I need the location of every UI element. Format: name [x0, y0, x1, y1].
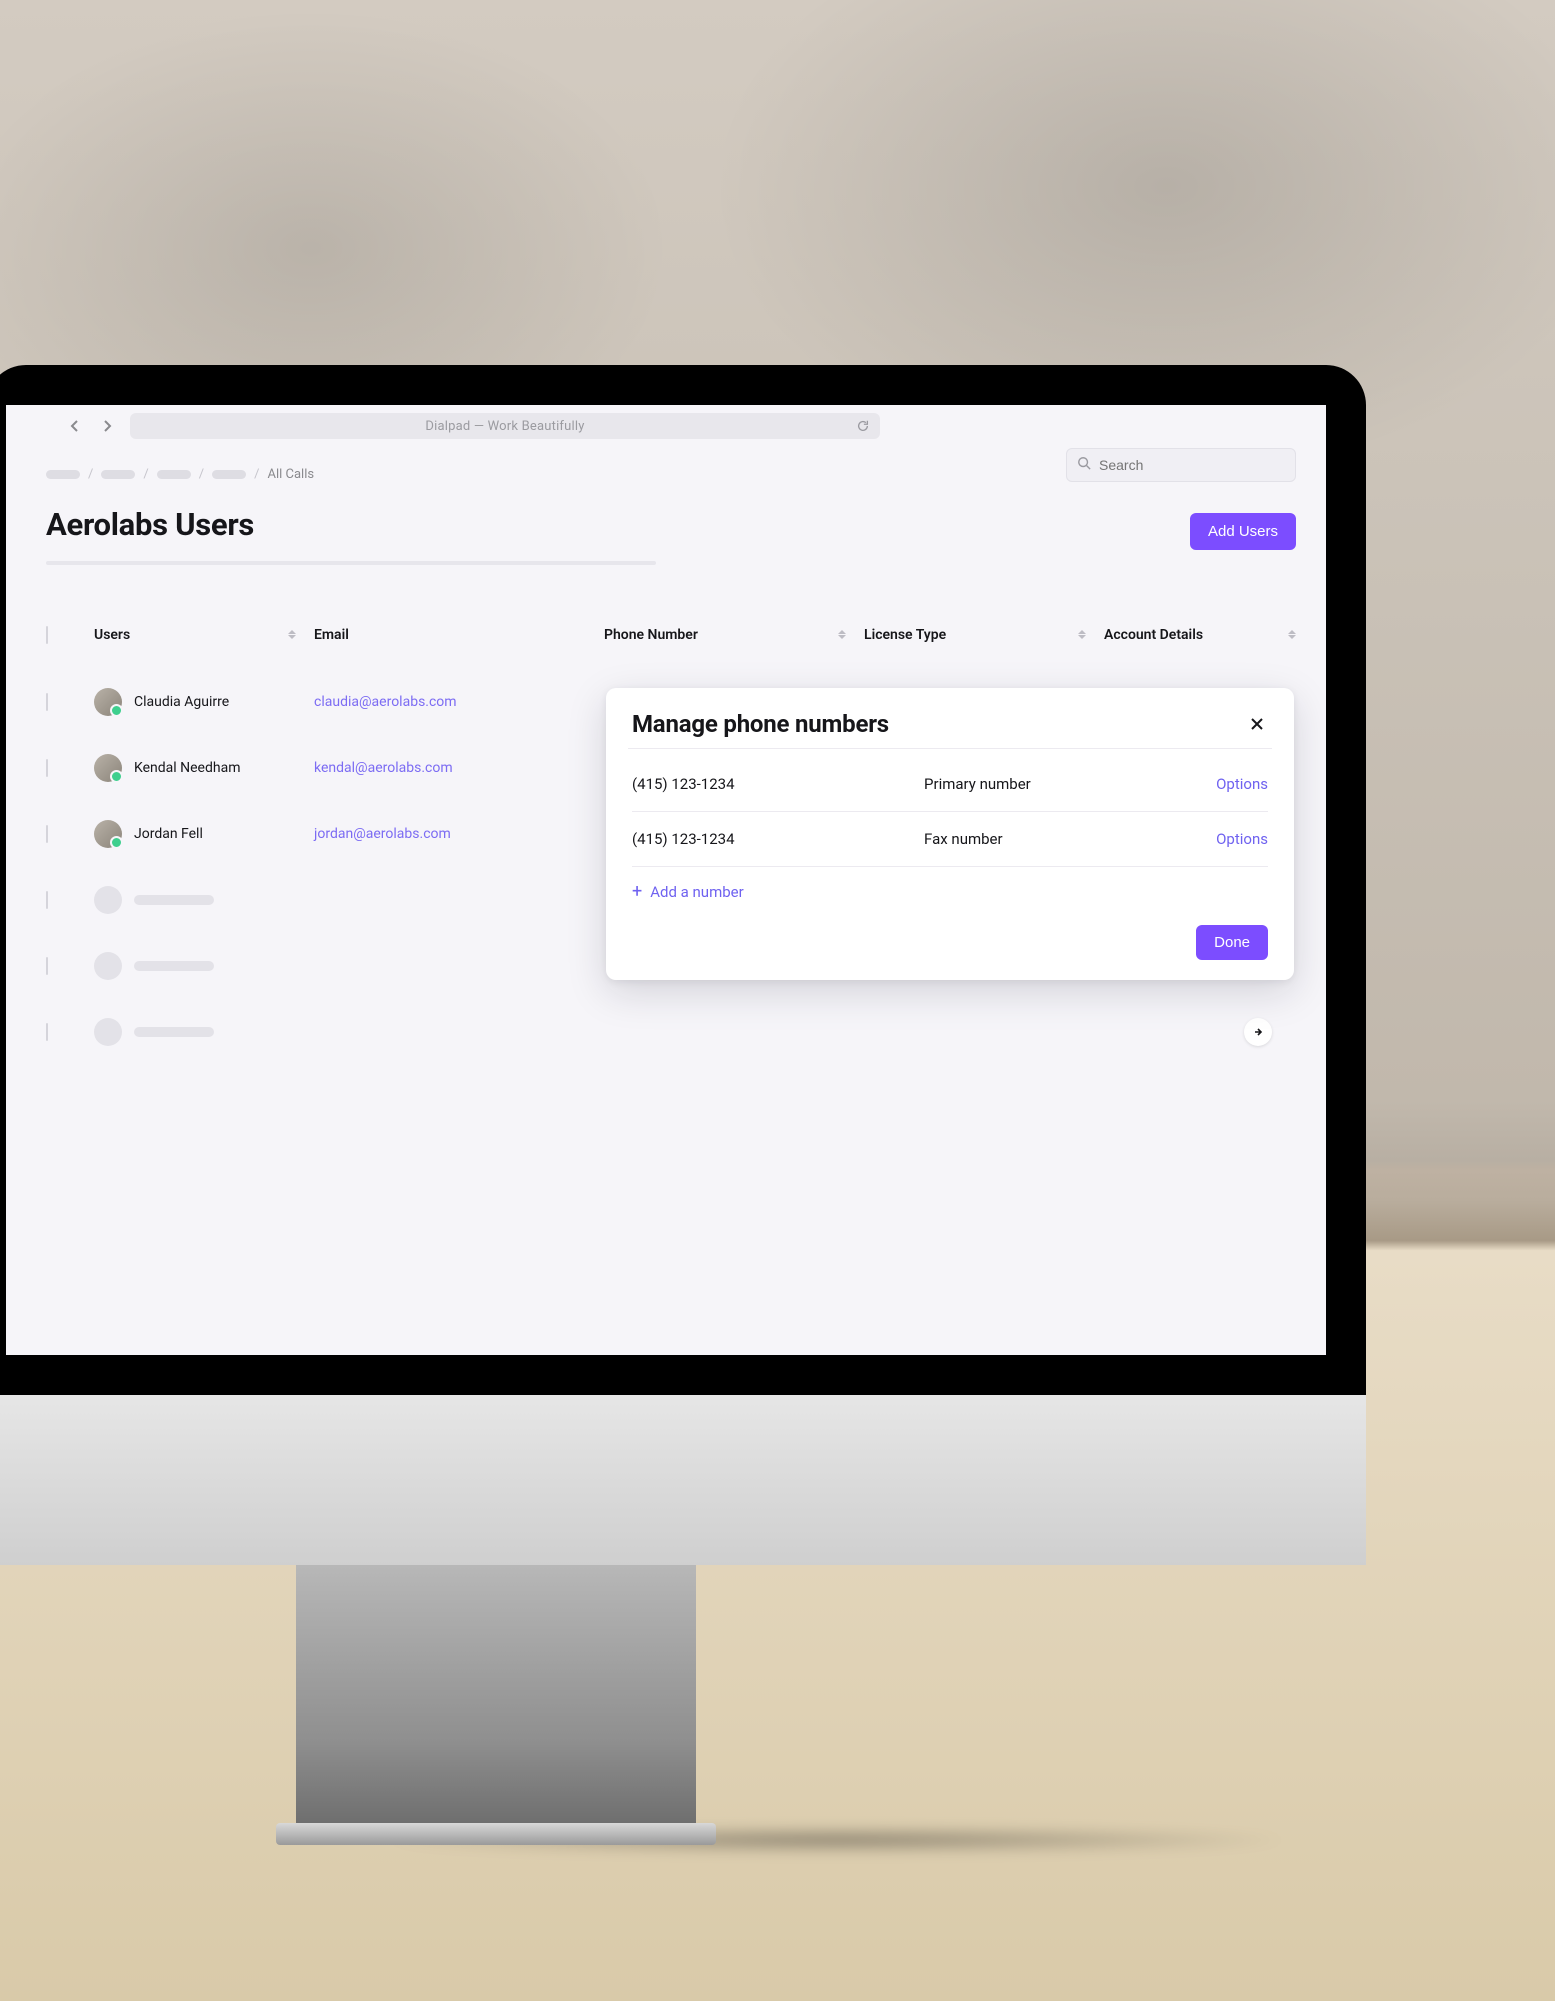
phone-number-row: (415) 123-1234 Fax number Options — [632, 812, 1268, 867]
search-input[interactable] — [1099, 457, 1285, 473]
avatar — [94, 820, 122, 848]
done-button[interactable]: Done — [1196, 925, 1268, 960]
search-field[interactable] — [1066, 448, 1296, 482]
user-name: Claudia Aguirre — [134, 694, 229, 710]
tab-indicator — [46, 561, 656, 565]
page-title: Aerolabs Users — [46, 506, 254, 543]
sort-icon[interactable] — [838, 630, 864, 639]
row-checkbox[interactable] — [46, 825, 48, 843]
nav-forward-button[interactable] — [98, 417, 116, 435]
user-email[interactable]: claudia@aerolabs.com — [314, 694, 457, 710]
column-users[interactable]: Users — [94, 627, 314, 643]
user-email[interactable]: jordan@aerolabs.com — [314, 826, 451, 842]
sort-icon[interactable] — [1288, 630, 1314, 639]
row-checkbox[interactable] — [46, 693, 48, 711]
column-phone[interactable]: Phone Number — [604, 627, 864, 643]
page-title-in-addr: Dialpad — Work Beautifully — [425, 419, 584, 434]
row-checkbox[interactable] — [46, 1023, 48, 1041]
table-row-placeholder — [46, 999, 1296, 1065]
phone-number-value: (415) 123-1234 — [632, 830, 924, 848]
search-icon — [1077, 456, 1091, 474]
breadcrumb-current[interactable]: All Calls — [268, 467, 315, 482]
reload-icon[interactable] — [854, 417, 872, 435]
breadcrumb-ghost — [212, 470, 246, 479]
sort-icon[interactable] — [288, 630, 314, 639]
phone-number-options[interactable]: Options — [1216, 830, 1268, 848]
sort-icon[interactable] — [1078, 630, 1104, 639]
row-checkbox[interactable] — [46, 957, 48, 975]
close-icon[interactable] — [1246, 713, 1268, 735]
column-account[interactable]: Account Details — [1104, 627, 1314, 643]
phone-number-row: (415) 123-1234 Primary number Options — [632, 757, 1268, 812]
phone-number-label: Primary number — [924, 775, 1216, 793]
select-all-checkbox[interactable] — [46, 626, 48, 644]
column-email[interactable]: Email — [314, 627, 604, 643]
phone-number-options[interactable]: Options — [1216, 775, 1268, 793]
row-checkbox[interactable] — [46, 891, 48, 909]
breadcrumb-ghost — [46, 470, 80, 479]
column-license[interactable]: License Type — [864, 627, 1104, 643]
nav-back-button[interactable] — [66, 417, 84, 435]
user-name: Kendal Needham — [134, 760, 240, 776]
modal-title: Manage phone numbers — [632, 710, 889, 738]
row-expand-button[interactable] — [1244, 1018, 1272, 1046]
phone-number-value: (415) 123-1234 — [632, 775, 924, 793]
add-number-label: Add a number — [650, 883, 743, 901]
user-name: Jordan Fell — [134, 826, 203, 842]
row-checkbox[interactable] — [46, 759, 48, 777]
add-number-button[interactable]: + Add a number — [632, 867, 1268, 907]
phone-number-label: Fax number — [924, 830, 1216, 848]
manage-phone-numbers-modal: Manage phone numbers (415) 123-1234 Prim… — [606, 688, 1294, 980]
address-bar[interactable]: Dialpad — Work Beautifully — [130, 413, 880, 439]
breadcrumb-ghost — [157, 470, 191, 479]
breadcrumb-ghost — [101, 470, 135, 479]
add-users-button[interactable]: Add Users — [1190, 513, 1296, 550]
plus-icon: + — [632, 883, 642, 901]
avatar — [94, 688, 122, 716]
user-email[interactable]: kendal@aerolabs.com — [314, 760, 453, 776]
avatar — [94, 754, 122, 782]
